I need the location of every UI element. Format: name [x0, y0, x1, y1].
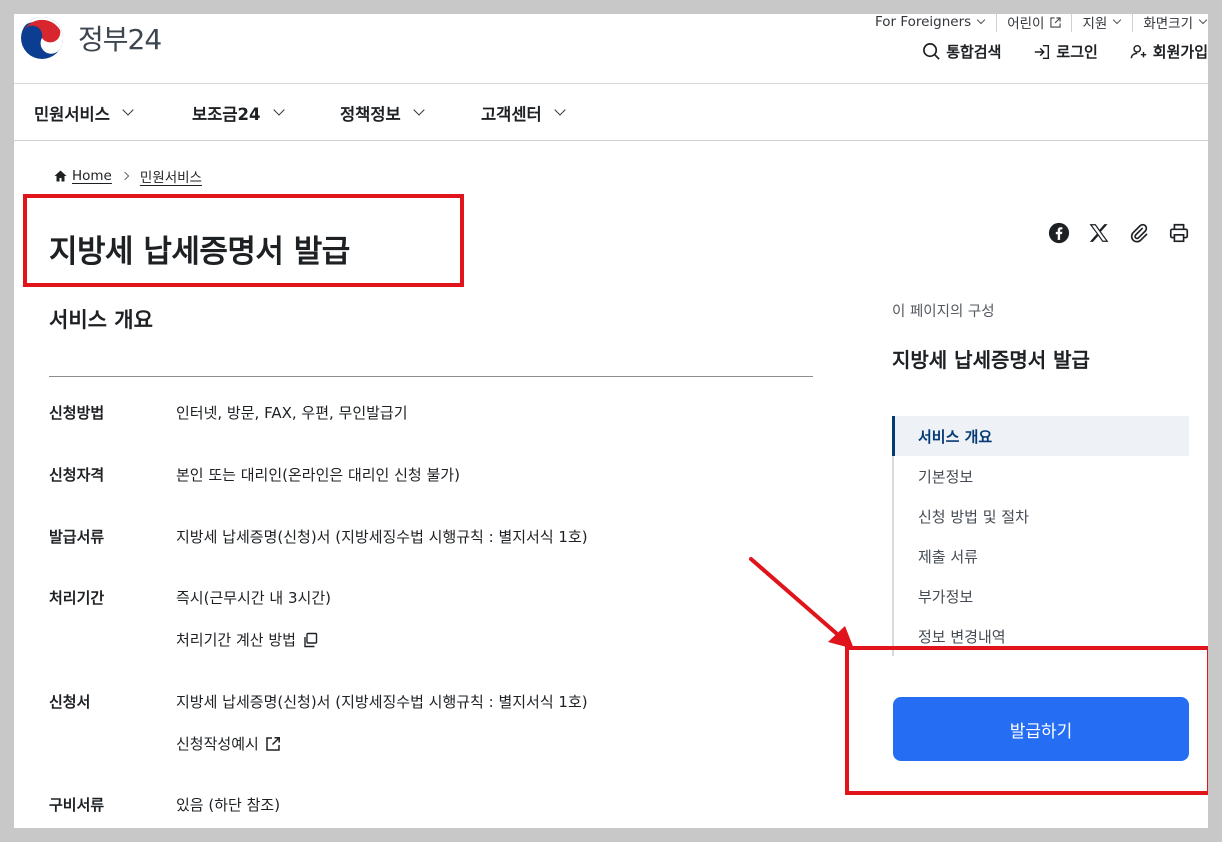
- copy-window-icon: [304, 632, 318, 647]
- gnb-item-civil-service[interactable]: 민원서비스: [34, 84, 134, 141]
- row-label: 신청서: [49, 693, 91, 711]
- row-value: 인터넷, 방문, FAX, 우편, 무인발급기: [176, 404, 408, 422]
- util-kids[interactable]: 어린이: [996, 14, 1071, 32]
- user-plus-icon: [1130, 44, 1146, 58]
- chevron-down-icon: [976, 15, 986, 25]
- gnb-item-policy-info[interactable]: 정책정보: [340, 84, 425, 141]
- logo[interactable]: 정부24: [20, 16, 162, 60]
- gnb-item-subsidy24[interactable]: 보조금24: [192, 84, 285, 141]
- aside-title: 지방세 납세증명서 발급: [892, 348, 1090, 372]
- member-menu: 통합검색 로그인 회원가입: [890, 41, 1208, 62]
- global-nav: 민원서비스 보조금24 정책정보 고객센터: [14, 84, 1208, 141]
- section-divider: [49, 376, 813, 377]
- chevron-down-icon: [272, 104, 285, 116]
- row-label: 처리기간: [49, 589, 105, 607]
- login-button[interactable]: 로그인: [1033, 41, 1098, 62]
- row-label: 발급서류: [49, 528, 105, 546]
- logo-text: 정부24: [78, 23, 162, 56]
- header: 정부24 For Foreigners 어린이 지원 화면크기 통합검색 로그인…: [14, 14, 1208, 84]
- util-support[interactable]: 지원: [1071, 14, 1132, 32]
- aside-caption: 이 페이지의 구성: [892, 304, 995, 320]
- facebook-icon[interactable]: [1048, 222, 1070, 244]
- table-of-contents: 서비스 개요 기본정보 신청 방법 및 절차 제출 서류 부가정보 정보 변경내…: [892, 416, 1189, 656]
- chevron-down-icon: [413, 104, 425, 116]
- chevron-right-icon: [120, 171, 130, 181]
- row-label: 신청자격: [49, 466, 105, 484]
- x-icon[interactable]: [1088, 222, 1110, 244]
- taegeuk-logo-icon: [21, 17, 63, 59]
- util-for-foreigners[interactable]: For Foreigners: [865, 14, 996, 32]
- util-screen-size[interactable]: 화면크기: [1132, 14, 1208, 32]
- toc-item-basic-info[interactable]: 기본정보: [894, 456, 1189, 496]
- highlight-box-title: [23, 194, 464, 287]
- row-value: 즉시(근무시간 내 3시간): [176, 589, 331, 607]
- breadcrumb-current[interactable]: 민원서비스: [140, 166, 202, 186]
- row-label: 구비서류: [49, 796, 105, 814]
- application-example-link[interactable]: 신청작성예시: [176, 733, 281, 754]
- search-button[interactable]: 통합검색: [922, 41, 1001, 62]
- search-icon: [923, 43, 940, 60]
- row-value: 있음 (하단 참조): [176, 796, 281, 814]
- chevron-down-icon: [554, 104, 566, 116]
- red-arrow-annotation: [749, 557, 854, 649]
- login-icon: [1035, 44, 1050, 59]
- page: 정부24 For Foreigners 어린이 지원 화면크기 통합검색 로그인…: [14, 14, 1208, 828]
- chevron-down-icon: [1113, 15, 1122, 25]
- link-icon[interactable]: [1128, 222, 1150, 244]
- processing-time-calc-link[interactable]: 처리기간 계산 방법: [176, 629, 318, 650]
- row-value: 지방세 납세증명(신청)서 (지방세징수법 시행규칙 : 별지서식 1호): [176, 693, 588, 711]
- gnb-item-customer-center[interactable]: 고객센터: [481, 84, 566, 141]
- toc-item-method-procedure[interactable]: 신청 방법 및 절차: [894, 496, 1189, 536]
- share-tools: [1030, 222, 1190, 244]
- toc-item-additional-info[interactable]: 부가정보: [894, 576, 1189, 616]
- external-link-icon: [266, 736, 280, 751]
- chevron-down-icon: [1198, 15, 1208, 25]
- print-icon[interactable]: [1168, 222, 1190, 244]
- breadcrumb: Home 민원서비스: [54, 166, 202, 186]
- home-icon: [54, 170, 67, 182]
- chevron-down-icon: [122, 104, 134, 116]
- external-link-icon: [1050, 16, 1062, 28]
- signup-button[interactable]: 회원가입: [1130, 41, 1208, 62]
- section-title-overview: 서비스 개요: [49, 308, 153, 332]
- breadcrumb-home[interactable]: Home: [72, 168, 112, 184]
- row-value: 본인 또는 대리인(온라인은 대리인 신청 불가): [176, 466, 460, 484]
- toc-item-overview[interactable]: 서비스 개요: [892, 416, 1189, 456]
- highlight-box-issue-button: [845, 646, 1208, 795]
- row-value: 지방세 납세증명(신청)서 (지방세징수법 시행규칙 : 별지서식 1호): [176, 528, 588, 546]
- toc-item-documents[interactable]: 제출 서류: [894, 536, 1189, 576]
- utility-menu: For Foreigners 어린이 지원 화면크기: [865, 14, 1208, 32]
- row-label: 신청방법: [49, 404, 105, 422]
